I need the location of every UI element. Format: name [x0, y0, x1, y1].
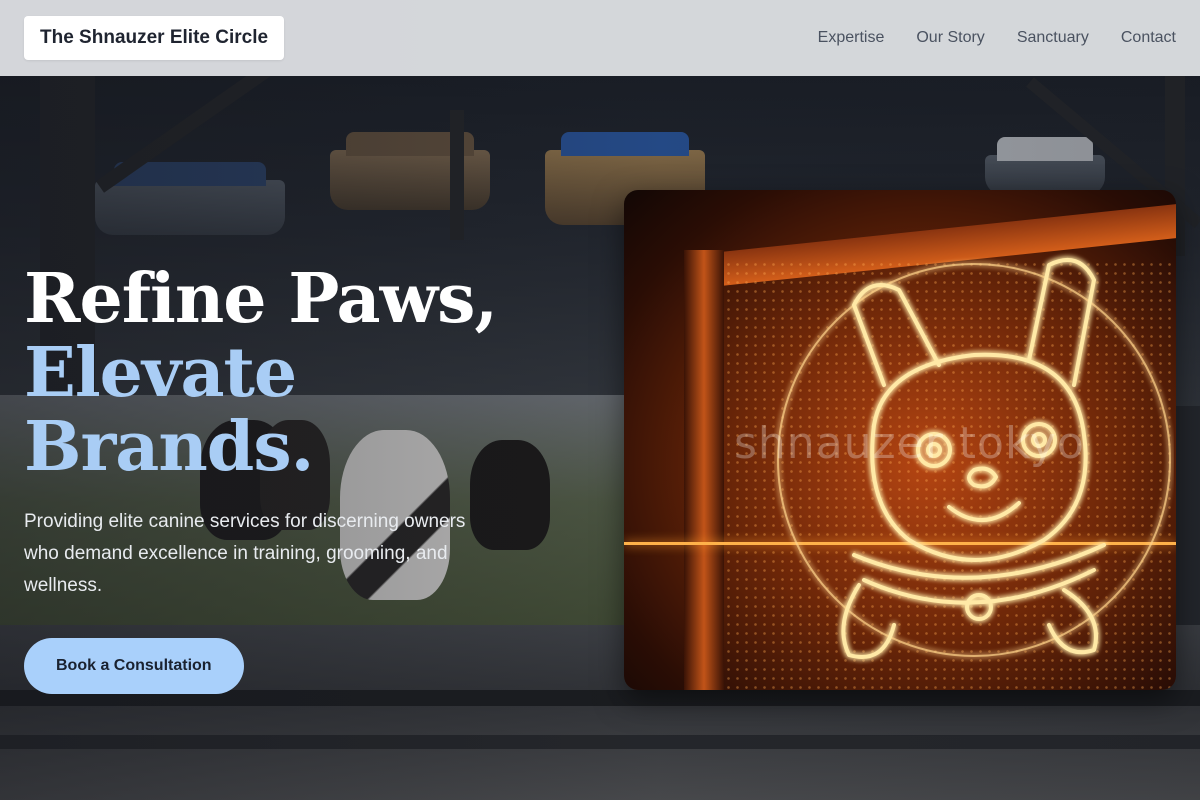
nav-link-expertise[interactable]: Expertise [818, 29, 885, 47]
nav-link-our-story[interactable]: Our Story [916, 29, 984, 47]
hero-headline: Refine Paws, Elevate Brands. [24, 262, 604, 484]
neon-sign-image: shnauzer tokyo [624, 190, 1176, 690]
book-consultation-button[interactable]: Book a Consultation [24, 638, 244, 694]
brand-logo[interactable]: The Shnauzer Elite Circle [24, 16, 285, 60]
watermark-text: shnauzer tokyo [734, 418, 1085, 469]
sign-frame-left [684, 250, 724, 690]
headline-line-1: Refine Paws, [24, 259, 498, 339]
nav-link-sanctuary[interactable]: Sanctuary [1017, 29, 1089, 47]
site-header: The Shnauzer Elite Circle Expertise Our … [0, 0, 1200, 76]
hero-subtitle: Providing elite canine services for disc… [24, 511, 466, 596]
headline-line-2: Elevate Brands. [24, 333, 314, 487]
hero-copy: Refine Paws, Elevate Brands. Providing e… [24, 262, 604, 694]
main-nav: Expertise Our Story Sanctuary Contact [818, 29, 1176, 47]
nav-link-contact[interactable]: Contact [1121, 29, 1176, 47]
